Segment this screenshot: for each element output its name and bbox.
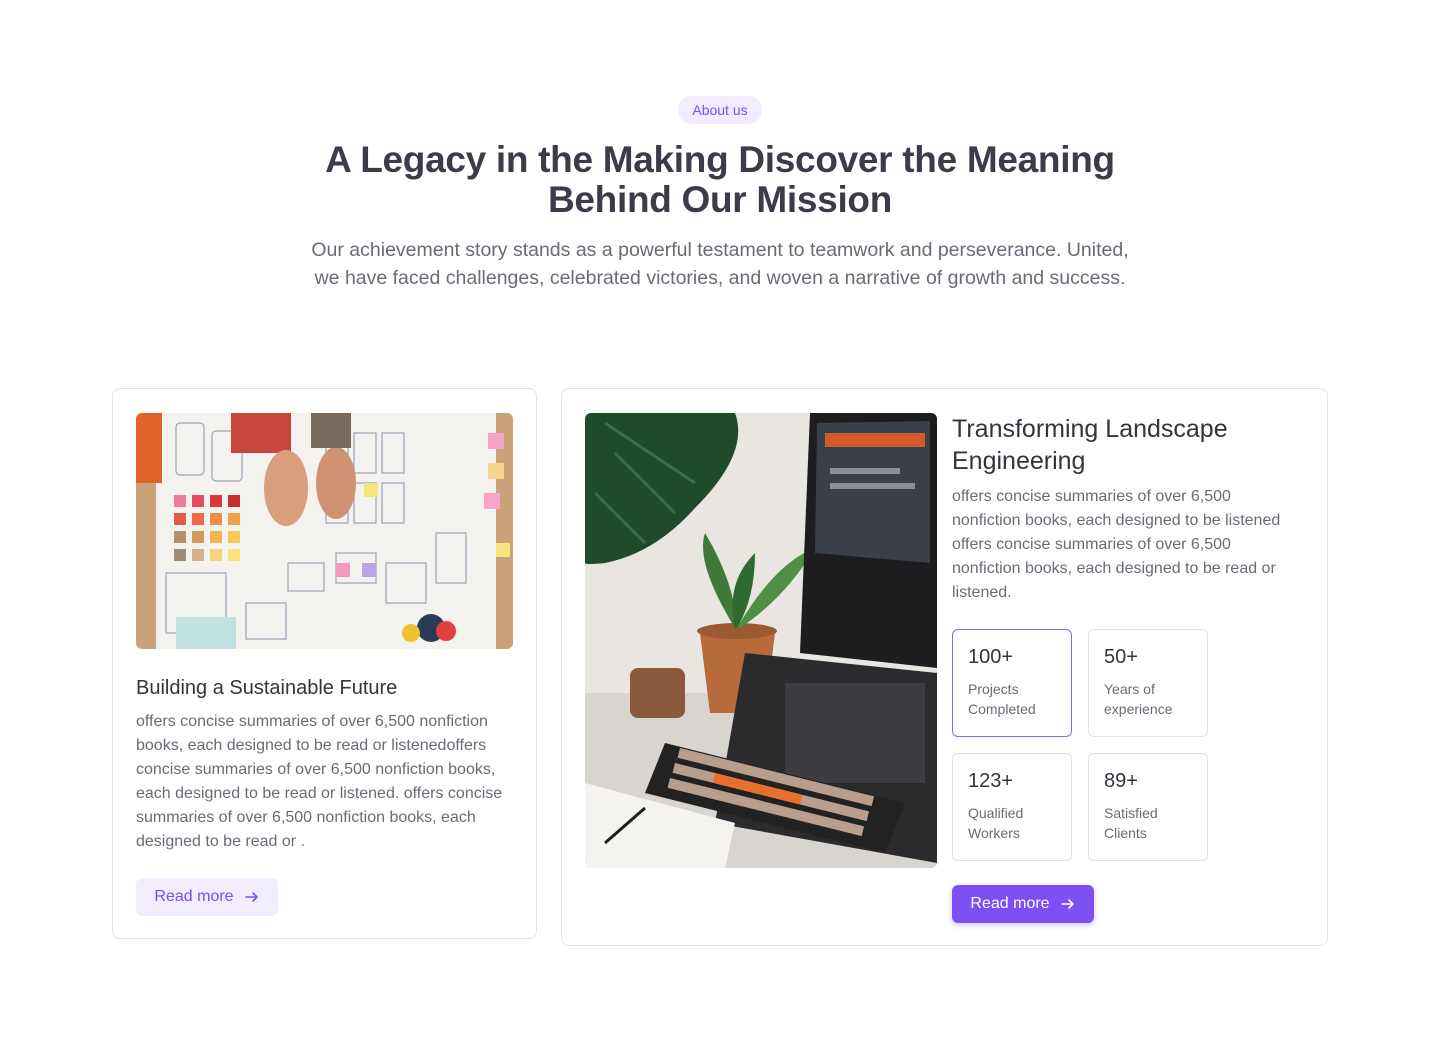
section-badge: About us <box>678 96 762 124</box>
stat-projects-completed: 100+ Projects Completed <box>952 629 1072 737</box>
stat-qualified-workers: 123+ Qualified Workers <box>952 753 1072 861</box>
card-body-text: offers concise summaries of over 6,500 n… <box>136 713 503 850</box>
card-body-text: offers concise summaries of over 6,500 n… <box>952 488 1281 601</box>
read-more-button[interactable]: Read more <box>952 885 1094 923</box>
page-subtitle-line-1: Our achievement story stands as a powerf… <box>311 239 1129 261</box>
stat-label: Qualified Workers <box>968 805 1024 841</box>
stat-label: Projects Completed <box>968 681 1036 717</box>
page-subtitle: Our achievement story stands as a powerf… <box>250 236 1190 292</box>
design-workspace-image <box>136 413 513 649</box>
stat-value: 89+ <box>1104 770 1138 792</box>
feature-card-landscape: Transforming Landscape Engineering offer… <box>561 388 1328 946</box>
page-title-line-1: A Legacy in the Making Discover the Mean… <box>325 139 1115 180</box>
read-more-label: Read more <box>970 895 1050 912</box>
card-heading: Transforming Landscape Engineering <box>952 415 1228 475</box>
arrow-right-icon <box>1060 896 1076 912</box>
stat-label: Satisfied Clients <box>1104 805 1158 841</box>
stat-satisfied-clients: 89+ Satisfied Clients <box>1088 753 1208 861</box>
feature-card-sustainable: Building a Sustainable Future offers con… <box>112 388 537 939</box>
laptop-desk-image <box>585 413 937 868</box>
card-heading: Building a Sustainable Future <box>136 677 398 699</box>
arrow-right-icon <box>244 889 260 905</box>
stat-years-experience: 50+ Years of experience <box>1088 629 1208 737</box>
read-more-button[interactable]: Read more <box>136 878 278 916</box>
read-more-label: Read more <box>154 888 234 905</box>
stat-value: 100+ <box>968 646 1014 668</box>
stat-value: 123+ <box>968 770 1014 792</box>
page-title-line-2: Behind Our Mission <box>547 179 893 220</box>
page-title: A Legacy in the Making Discover the Mean… <box>220 140 1220 220</box>
page-subtitle-line-2: we have faced challenges, celebrated vic… <box>314 267 1126 289</box>
stat-label: Years of experience <box>1104 681 1173 717</box>
stat-value: 50+ <box>1104 646 1138 668</box>
